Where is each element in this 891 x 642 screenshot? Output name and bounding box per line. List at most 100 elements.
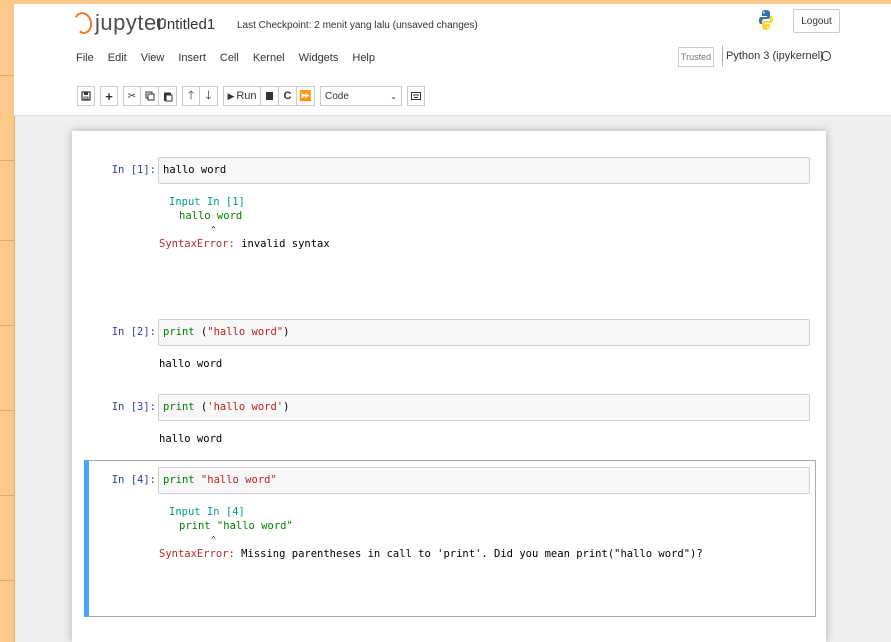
cell-input[interactable]: print "hallo word" — [158, 467, 810, 494]
cell-type-select[interactable]: Code ⌄ — [320, 86, 402, 106]
kernel-name[interactable]: Python 3 (ipykernel) — [726, 50, 824, 62]
restart-run-all-button[interactable]: ⏩ — [297, 86, 315, 106]
cell-output: Input In [4] print "hallo word" ^ SyntaxErr… — [159, 505, 703, 561]
error-caret: ^ — [211, 225, 216, 234]
code-cell[interactable]: In [3]: print ('hallo word') hallo word — [84, 394, 816, 454]
jupyter-logo[interactable]: jupyter — [71, 10, 165, 36]
error-line: SyntaxError: Missing parentheses in call… — [159, 547, 703, 561]
cell-input[interactable]: hallo word — [158, 157, 810, 184]
menu-widgets[interactable]: Widgets — [299, 52, 339, 64]
jupyter-logo-icon — [71, 10, 95, 36]
error-message: Missing parentheses in call to 'print'. … — [234, 548, 703, 560]
copy-icon — [145, 91, 154, 101]
kernel-status-icon — [821, 51, 831, 61]
run-button[interactable]: ▶ Run — [223, 86, 261, 106]
frame-tick — [0, 160, 14, 161]
error-code-text: hallo word — [179, 210, 243, 222]
jupyter-logo-text: jupyter — [95, 10, 165, 35]
error-code: print "hallo word" — [159, 519, 703, 533]
cell-prompt: In [3]: — [111, 401, 156, 413]
notebook-toolbar: + ✂ 🡑 🡓 ▶ Run C ⏩ Code ⌄ — [77, 85, 430, 107]
notebook-name[interactable]: Untitled1 — [156, 16, 215, 33]
source-keyword: print — [163, 326, 195, 338]
source-open: ( — [194, 326, 208, 338]
plus-icon: + — [105, 88, 113, 104]
fast-forward-icon: ⏩ — [299, 90, 312, 102]
chevron-down-icon: ⌄ — [390, 91, 397, 101]
source-keyword: print — [163, 474, 195, 486]
arrow-down-icon: 🡓 — [205, 87, 212, 102]
source-keyword: print — [163, 401, 195, 413]
menu-view[interactable]: View — [141, 52, 165, 64]
frame-tick — [0, 325, 14, 326]
interrupt-button[interactable] — [261, 86, 279, 106]
restart-button[interactable]: C — [279, 86, 297, 106]
menu-bar: File Edit View Insert Cell Kernel Widget… — [76, 52, 389, 64]
menu-edit[interactable]: Edit — [108, 52, 127, 64]
notebook-container: In [1]: hallo word Input In [1] hallo wor… — [72, 131, 826, 642]
paste-button[interactable] — [159, 86, 177, 106]
source-close: ) — [283, 401, 290, 413]
code-cell[interactable]: In [2]: print ("hallo word") hallo word — [84, 319, 816, 379]
run-label: Run — [236, 90, 257, 102]
save-button[interactable] — [77, 86, 95, 106]
error-name: SyntaxError: — [159, 238, 235, 250]
source-close: ) — [283, 326, 290, 338]
cell-source: hallo word — [163, 164, 227, 176]
error-header: Input In [4] — [169, 506, 245, 518]
source-string: "hallo word" — [207, 326, 284, 338]
play-icon: ▶ — [227, 90, 235, 101]
copy-button[interactable] — [141, 86, 159, 106]
error-message: invalid syntax — [234, 238, 330, 250]
trusted-indicator[interactable]: Trusted — [678, 47, 714, 67]
cell-input[interactable]: print ("hallo word") — [158, 319, 810, 346]
kernel-divider — [722, 46, 723, 66]
error-caret: ^ — [211, 535, 216, 544]
logout-button[interactable]: Logout — [793, 9, 840, 33]
menu-kernel[interactable]: Kernel — [253, 52, 285, 64]
frame-tick — [0, 495, 14, 496]
checkpoint-status: Last Checkpoint: 2 menit yang lalu (unsa… — [237, 20, 478, 31]
menu-insert[interactable]: Insert — [178, 52, 206, 64]
cell-output: hallo word — [159, 433, 223, 445]
paste-icon — [163, 92, 172, 101]
frame-tick — [0, 580, 14, 581]
cell-type-value: Code — [325, 90, 349, 102]
cell-prompt: In [1]: — [111, 164, 156, 176]
code-cell[interactable]: In [1]: hallo word Input In [1] hallo wor… — [84, 157, 816, 287]
frame-tick — [0, 75, 14, 76]
save-icon — [81, 91, 91, 101]
source-string: "hallo word" — [194, 474, 277, 486]
keyboard-icon — [411, 92, 421, 100]
cell-output: Input In [1] hallo word ^ SyntaxError: inva… — [159, 195, 330, 251]
error-code-text: print "hallo word" — [179, 520, 293, 532]
python-logo-icon — [759, 10, 773, 30]
code-cell-selected[interactable]: In [4]: print "hallo word" Input In [4] p… — [84, 460, 816, 617]
notebook-header: jupyter Untitled1 Last Checkpoint: 2 men… — [14, 4, 891, 116]
error-header: Input In [1] — [169, 196, 245, 208]
source-string: 'hallo word' — [207, 401, 284, 413]
error-code: hallo word — [159, 209, 330, 223]
menu-file[interactable]: File — [76, 52, 94, 64]
menu-help[interactable]: Help — [352, 52, 375, 64]
source-open: ( — [194, 401, 208, 413]
cut-button[interactable]: ✂ — [123, 86, 141, 106]
restart-icon: C — [283, 90, 292, 102]
menu-cell[interactable]: Cell — [220, 52, 239, 64]
command-palette-button[interactable] — [407, 86, 425, 106]
insert-cell-button[interactable]: + — [100, 86, 118, 106]
move-down-button[interactable]: 🡓 — [200, 86, 218, 106]
scissors-icon: ✂ — [127, 90, 137, 102]
error-line: SyntaxError: invalid syntax — [159, 237, 330, 251]
cell-input[interactable]: print ('hallo word') — [158, 394, 810, 421]
arrow-up-icon: 🡑 — [187, 87, 195, 102]
cell-output: hallo word — [159, 358, 223, 370]
move-up-button[interactable]: 🡑 — [182, 86, 200, 106]
cell-prompt: In [2]: — [111, 326, 156, 338]
cell-prompt: In [4]: — [111, 474, 156, 486]
frame-tick — [0, 410, 14, 411]
frame-tick — [0, 240, 14, 241]
error-name: SyntaxError: — [159, 548, 235, 560]
stop-icon — [266, 92, 273, 100]
desktop-frame-left — [0, 0, 15, 642]
